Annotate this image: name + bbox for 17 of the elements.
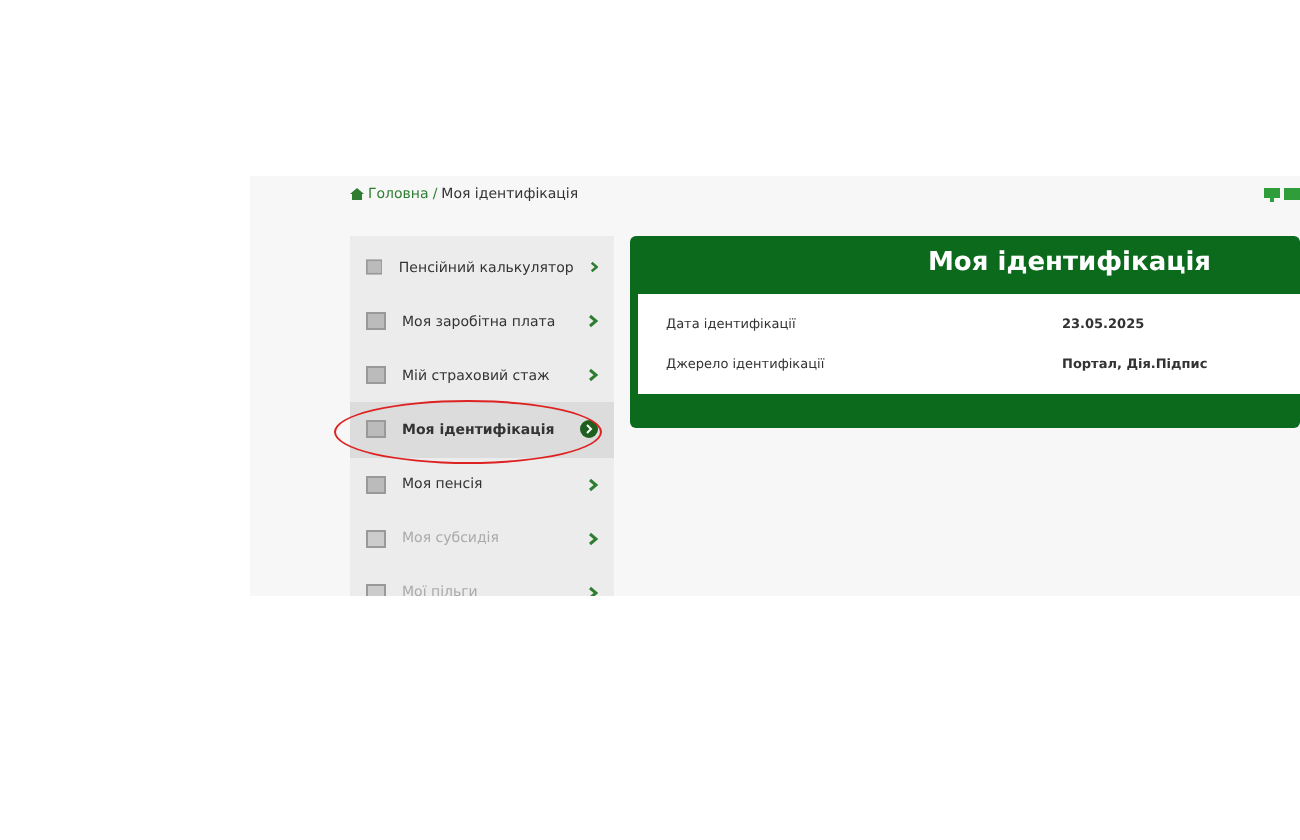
home-icon <box>350 188 364 200</box>
page-icon <box>366 475 386 494</box>
page-icon <box>366 366 386 385</box>
chevron-icon <box>588 368 598 383</box>
page-icon <box>366 583 386 596</box>
page-icon <box>366 529 386 548</box>
chevron-icon <box>588 531 598 546</box>
chevron-circle-icon <box>580 420 598 439</box>
page-icon <box>366 312 386 331</box>
chevron-icon <box>588 585 598 596</box>
card-title: Моя ідентифікація <box>926 248 1214 278</box>
page-icon <box>366 258 383 277</box>
chevron-icon <box>589 260 598 275</box>
page-icon <box>366 420 386 439</box>
chevron-icon <box>588 314 598 329</box>
monitor-icon[interactable] <box>1264 187 1280 201</box>
chevron-icon <box>588 477 598 492</box>
